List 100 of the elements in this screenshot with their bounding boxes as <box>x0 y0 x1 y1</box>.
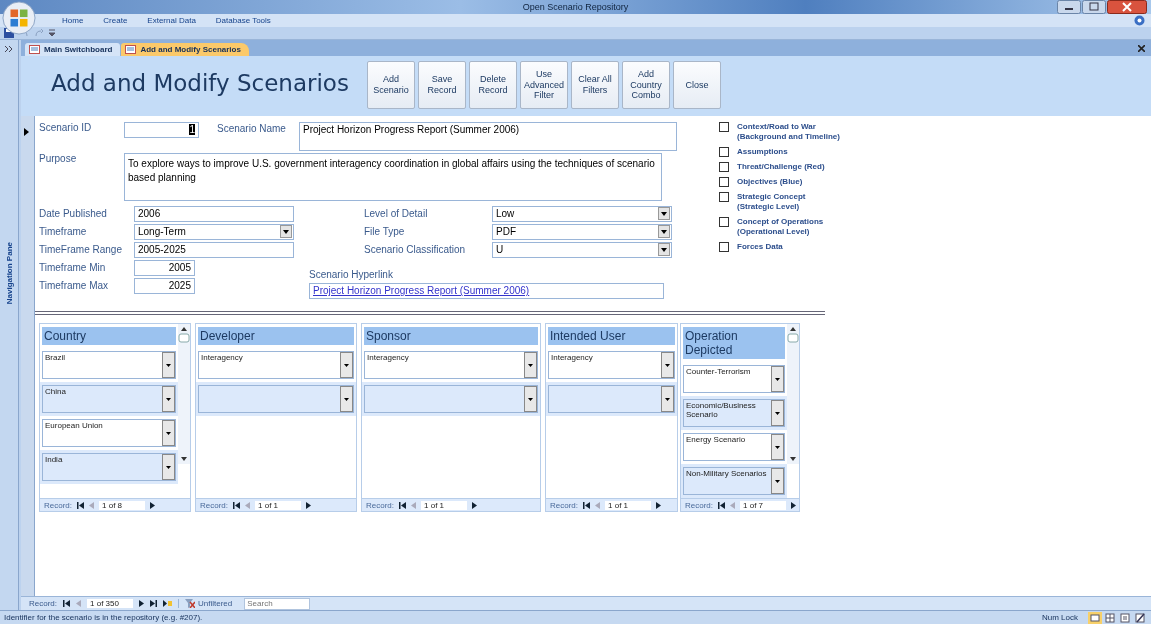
record-label: Record: <box>200 500 228 510</box>
close-icon[interactable] <box>1138 45 1145 52</box>
form-button[interactable]: Add Scenario <box>367 61 415 109</box>
record-position-field[interactable]: 1 of 1 <box>255 500 301 510</box>
combo-box[interactable]: U <box>492 241 672 258</box>
combo-box[interactable]: Counter-Terrorism <box>683 365 785 393</box>
next-record-icon[interactable] <box>139 600 144 607</box>
scenario-name-field[interactable]: Project Horizon Progress Report (Summer 2006) <box>299 122 677 151</box>
next-record-icon[interactable] <box>656 501 661 509</box>
checkbox-label: Concept of Operations (Operational Level) <box>737 217 824 237</box>
first-record-icon[interactable] <box>583 501 590 509</box>
combo-box[interactable] <box>548 385 675 413</box>
field-label: Timeframe <box>39 226 88 237</box>
first-record-icon[interactable] <box>399 501 406 509</box>
checkbox[interactable] <box>719 147 729 157</box>
form-button[interactable]: Close <box>673 61 721 109</box>
new-record-icon[interactable] <box>163 600 172 607</box>
record-position-field[interactable]: 1 of 350 <box>87 599 133 608</box>
datasheet-view-icon[interactable] <box>1103 611 1117 624</box>
form-button[interactable]: Delete Record <box>469 61 517 109</box>
record-label: Record: <box>685 500 713 510</box>
checkbox[interactable] <box>719 217 729 227</box>
navigation-pane[interactable]: Navigation Pane <box>0 40 19 610</box>
checkbox[interactable] <box>719 242 729 252</box>
combo-box[interactable]: Economic/Business Scenario <box>683 399 785 427</box>
scrollbar[interactable] <box>178 324 190 464</box>
purpose-field[interactable]: To explore ways to improve U.S. government interagency coordination in global affairs using the techniques of scenario based planning <box>124 153 662 201</box>
combo-box[interactable]: PDF <box>492 223 672 240</box>
document-tab[interactable]: Add and Modify Scenarios <box>121 43 249 56</box>
next-record-icon[interactable] <box>150 501 155 509</box>
field-label: Scenario Hyperlink <box>309 269 394 280</box>
text-field[interactable]: 2005-2025 <box>134 241 294 258</box>
combo-box[interactable]: Brazil <box>42 351 176 379</box>
record-position-field[interactable]: 1 of 7 <box>740 500 786 510</box>
status-message: Identifier for the scenario is in the repository (e.g. #207). <box>4 613 204 622</box>
next-record-icon[interactable] <box>791 501 796 509</box>
search-field[interactable]: Search <box>244 597 311 610</box>
record-label: Record: <box>366 500 394 510</box>
scrollbar[interactable] <box>787 324 799 464</box>
minimize-icon[interactable] <box>1057 0 1081 14</box>
form-button[interactable]: Save Record <box>418 61 466 109</box>
field-label: Scenario ID <box>39 122 93 133</box>
checkbox[interactable] <box>719 162 729 172</box>
combo-box[interactable]: Interagency <box>548 351 675 379</box>
form-button[interactable]: Clear All Filters <box>571 61 619 109</box>
ribbon-tab[interactable]: Database Tools <box>215 16 271 25</box>
subform-header: Developer <box>198 327 354 345</box>
record-position-field[interactable]: 1 of 1 <box>421 500 467 510</box>
subform-header: Intended User <box>548 327 675 345</box>
document-tab[interactable]: Main Switchboard <box>25 43 121 56</box>
ribbon-tab[interactable]: Create <box>103 16 128 25</box>
combo-box[interactable]: Long-Term <box>134 223 294 240</box>
combo-box[interactable]: China <box>42 385 176 413</box>
current-record-icon <box>24 128 29 136</box>
form-icon <box>125 45 137 54</box>
chevron-icon[interactable] <box>5 46 13 52</box>
hyperlink-field[interactable]: Project Horizon Progress Report (Summer 2006) <box>309 283 664 299</box>
next-record-icon[interactable] <box>472 501 477 509</box>
record-position-field[interactable]: 1 of 8 <box>99 500 145 510</box>
checkbox[interactable] <box>719 192 729 202</box>
last-record-icon[interactable] <box>150 600 157 607</box>
num-lock-indicator: Num Lock <box>1042 613 1078 622</box>
checkbox-label: Threat/Challenge (Red) <box>737 162 825 172</box>
field-label: Scenario Classification <box>364 244 467 255</box>
ribbon-tab[interactable]: Home <box>62 16 84 25</box>
checkbox-label: Assumptions <box>737 147 788 157</box>
design-view-icon[interactable] <box>1133 611 1147 624</box>
combo-box[interactable]: Interagency <box>364 351 538 379</box>
combo-box[interactable]: Interagency <box>198 351 354 379</box>
record-position-field[interactable]: 1 of 1 <box>605 500 651 510</box>
checkbox[interactable] <box>719 122 729 132</box>
help-icon[interactable] <box>1134 15 1145 26</box>
combo-box[interactable]: India <box>42 453 176 481</box>
form-button[interactable]: Use Advanced Filter <box>520 61 568 109</box>
scenario-link[interactable]: Project Horizon Progress Report (Summer 2006) <box>313 285 530 296</box>
text-field[interactable]: 2006 <box>134 205 294 222</box>
combo-box[interactable]: Non-Military Scenarios <box>683 467 785 495</box>
save-icon[interactable] <box>4 28 14 38</box>
ribbon-tab[interactable]: External Data <box>147 16 196 25</box>
first-record-icon[interactable] <box>718 501 725 509</box>
form-button[interactable]: Add Country Combo <box>622 61 670 109</box>
record-label: Record: <box>44 500 72 510</box>
first-record-icon[interactable] <box>77 501 84 509</box>
combo-box[interactable]: Low <box>492 205 672 222</box>
close-icon[interactable] <box>1107 0 1147 14</box>
customize-icon[interactable] <box>49 29 55 37</box>
checkbox-label: Forces Data <box>737 242 783 252</box>
combo-box[interactable]: Energy Scenario <box>683 433 785 461</box>
checkbox[interactable] <box>719 177 729 187</box>
text-field[interactable]: 2025 <box>134 277 195 294</box>
combo-box[interactable]: European Union <box>42 419 176 447</box>
first-record-icon[interactable] <box>63 600 70 607</box>
scenario-id-field[interactable]: 1 <box>124 122 199 138</box>
first-record-icon[interactable] <box>233 501 240 509</box>
form-view-icon[interactable] <box>1088 611 1102 624</box>
next-record-icon[interactable] <box>306 501 311 509</box>
form-icon <box>29 45 40 54</box>
filter-icon <box>185 599 195 608</box>
filter-status[interactable]: Unfiltered <box>178 599 239 608</box>
text-field[interactable]: 2005 <box>134 259 195 276</box>
